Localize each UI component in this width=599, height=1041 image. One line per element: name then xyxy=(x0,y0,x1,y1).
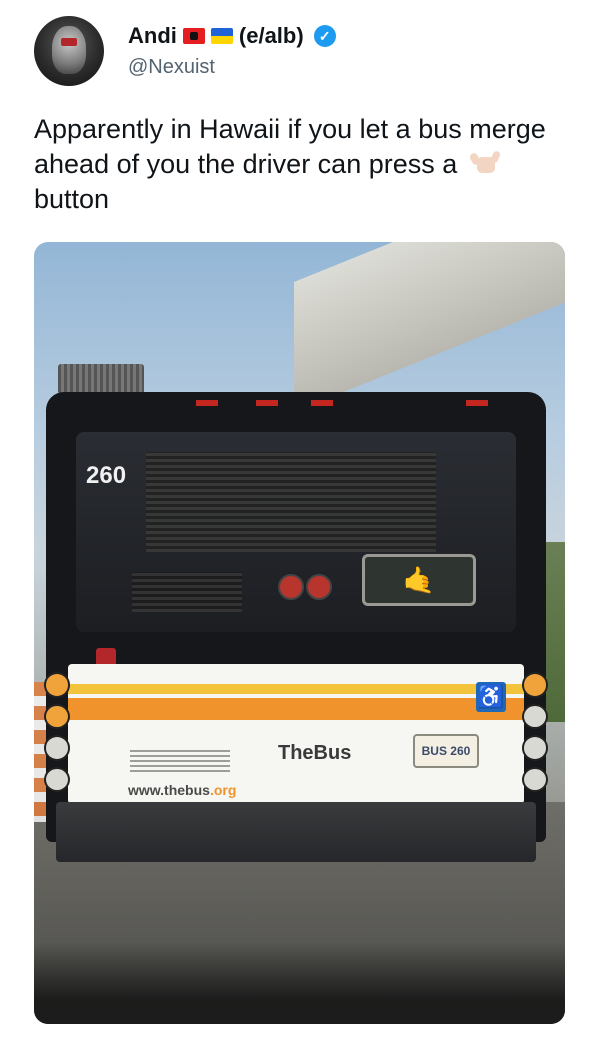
left-light-cluster xyxy=(44,672,70,792)
albania-flag-icon xyxy=(182,28,205,44)
right-light-cluster xyxy=(522,672,548,792)
windshield-foreground xyxy=(34,942,565,1024)
shaka-sign-symbol: 🤙 xyxy=(402,564,436,595)
bus-body: 260 🤙 TheBus BUS 260 www.thebus.org ♿ xyxy=(44,392,548,842)
route-number: 260 xyxy=(86,462,127,489)
amber-light xyxy=(522,672,548,698)
bus-lower-panel: TheBus BUS 260 www.thebus.org xyxy=(68,664,524,804)
yellow-stripe xyxy=(68,684,524,694)
tail-marker-light xyxy=(196,400,218,406)
rear-light xyxy=(278,574,304,600)
avatar[interactable] xyxy=(34,16,104,86)
website-tld: .org xyxy=(209,782,237,798)
white-light xyxy=(44,766,70,792)
shaka-hand-emoji-icon xyxy=(468,149,501,177)
white-light xyxy=(522,766,548,792)
roof-vent xyxy=(58,364,144,394)
accessibility-icon: ♿ xyxy=(476,682,506,712)
overpass xyxy=(294,242,565,412)
white-light xyxy=(522,703,548,729)
warning-label xyxy=(130,750,230,772)
bus-website: www.thebus.org xyxy=(128,782,236,798)
tweet-text-part-1: Apparently in Hawaii if you let a bus me… xyxy=(34,114,546,179)
verified-badge-icon: ✓ xyxy=(313,25,336,47)
bus-rear: 260 🤙 TheBus BUS 260 www.thebus.org ♿ xyxy=(44,364,548,892)
orange-stripe xyxy=(68,698,524,720)
tweet-text-part-2: button xyxy=(34,184,110,214)
tail-marker-light xyxy=(256,400,278,406)
tweet-card: Andi (e/alb) ✓ @Nexuist Apparently in Ha… xyxy=(0,0,599,1041)
tail-marker-light xyxy=(466,400,488,406)
lower-grille xyxy=(132,572,242,612)
amber-light xyxy=(44,672,70,698)
white-light xyxy=(522,735,548,761)
white-light xyxy=(44,735,70,761)
avatar-mark xyxy=(61,38,77,46)
rear-light xyxy=(306,574,332,600)
shaka-sign-display: 🤙 xyxy=(362,554,476,606)
author-handle[interactable]: @Nexuist xyxy=(128,56,215,79)
tweet-text: Apparently in Hawaii if you let a bus me… xyxy=(34,112,574,217)
rear-bumper xyxy=(56,802,536,862)
tweet-photo[interactable]: 260 🤙 TheBus BUS 260 www.thebus.org ♿ xyxy=(34,242,565,1024)
amber-light xyxy=(44,703,70,729)
license-plate: BUS 260 xyxy=(413,734,479,768)
author-tag: (e/alb) xyxy=(238,23,304,48)
author-name[interactable]: Andi xyxy=(128,23,177,49)
website-main: www.thebus xyxy=(128,782,210,798)
thebus-logo: TheBus xyxy=(278,742,352,764)
ukraine-flag-icon xyxy=(210,28,233,44)
accessibility-symbol: ♿ xyxy=(477,684,505,709)
author-name-row[interactable]: Andi (e/alb) ✓ xyxy=(128,22,336,50)
tail-marker-light xyxy=(311,400,333,406)
engine-grille xyxy=(146,452,436,552)
avatar-face xyxy=(52,26,86,74)
